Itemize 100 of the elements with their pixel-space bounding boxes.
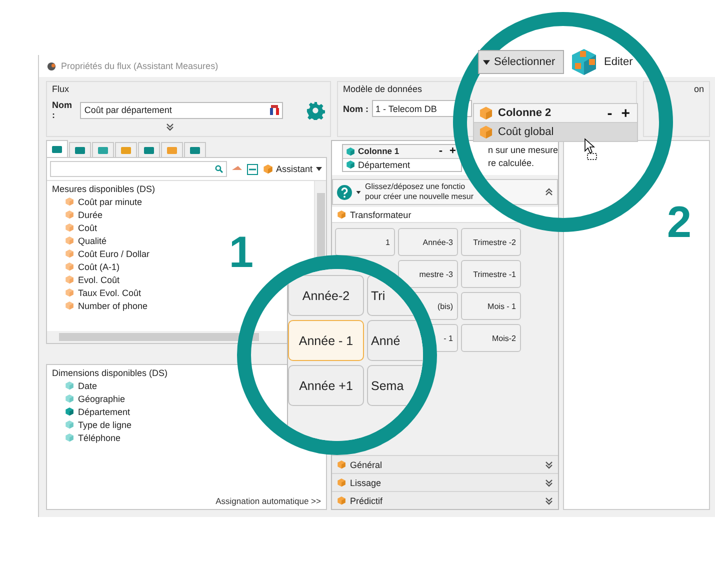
function-button[interactable]: Année-3 bbox=[398, 228, 458, 256]
hint-text: n sur une mesure re calculée. bbox=[486, 144, 558, 170]
add-button[interactable]: + bbox=[448, 146, 458, 157]
measure-item[interactable]: Number of phone bbox=[52, 299, 148, 312]
search-icon[interactable] bbox=[215, 165, 223, 173]
cube-icon bbox=[337, 496, 346, 505]
column-title: Colonne 1 bbox=[358, 146, 400, 156]
double-chevron-down-icon[interactable] bbox=[545, 478, 553, 486]
section-header[interactable]: Lissage bbox=[332, 473, 558, 491]
function-button[interactable]: Année - 1 bbox=[288, 320, 364, 361]
flag-icon[interactable] bbox=[270, 105, 280, 115]
name-field[interactable]: Coût par département bbox=[80, 102, 284, 118]
callout-number: 1 bbox=[229, 228, 254, 278]
cube-icon bbox=[479, 106, 493, 120]
section-header[interactable]: Prédictif bbox=[332, 491, 558, 509]
measure-item[interactable]: Durée bbox=[52, 208, 103, 221]
tab-icon bbox=[143, 144, 155, 156]
callout-number: 2 bbox=[667, 198, 692, 248]
measure-item[interactable]: Coût (A-1) bbox=[52, 260, 120, 273]
double-chevron-up-icon[interactable] bbox=[545, 188, 553, 196]
assistant-dropdown[interactable]: Assistant bbox=[263, 164, 322, 174]
tab-icon bbox=[74, 144, 86, 156]
caret-icon bbox=[316, 167, 322, 171]
select-button[interactable]: Sélectionner bbox=[478, 50, 564, 74]
cube-icon bbox=[263, 164, 273, 174]
measure-item[interactable]: Evol. Coût bbox=[52, 273, 120, 286]
group-label: Flux bbox=[52, 84, 70, 94]
cube-icon bbox=[65, 197, 74, 206]
caret-icon bbox=[483, 60, 490, 64]
edit-button[interactable]: Editer bbox=[570, 48, 633, 76]
double-chevron-down-icon[interactable] bbox=[545, 496, 553, 504]
tab-icon bbox=[166, 144, 178, 156]
cube-icon bbox=[479, 125, 493, 139]
dimension-item[interactable]: Département bbox=[52, 405, 130, 418]
remove-button[interactable]: - bbox=[436, 146, 445, 157]
auto-assign-link[interactable]: Assignation automatique >> bbox=[216, 496, 321, 506]
tab[interactable] bbox=[46, 140, 68, 157]
cube-icon bbox=[346, 146, 355, 156]
group-label: on bbox=[694, 84, 704, 94]
caret-icon[interactable] bbox=[356, 190, 361, 194]
list-title: Dimensions disponibles (DS) bbox=[52, 368, 169, 378]
function-button[interactable]: Année +1 bbox=[288, 365, 364, 406]
cube-icon bbox=[65, 288, 74, 297]
cube-icon bbox=[65, 301, 74, 310]
measure-item[interactable]: Coût bbox=[52, 221, 98, 234]
tab-icon bbox=[97, 144, 109, 156]
double-chevron-down-icon[interactable] bbox=[166, 123, 174, 131]
cube-icon bbox=[65, 262, 74, 271]
settings-icon[interactable] bbox=[306, 100, 325, 120]
cube-icon bbox=[346, 160, 355, 170]
list-title: Mesures disponibles (DS) bbox=[52, 184, 156, 194]
function-button[interactable]: Trimestre -2 bbox=[461, 228, 521, 256]
dimension-item[interactable]: Téléphone bbox=[52, 431, 121, 444]
dimension-item[interactable]: Date bbox=[52, 379, 98, 392]
add-button[interactable]: + bbox=[619, 106, 632, 120]
help-icon[interactable] bbox=[337, 184, 352, 200]
tab[interactable] bbox=[184, 142, 206, 157]
dimension-item[interactable]: Type de ligne bbox=[52, 418, 132, 432]
function-button[interactable]: Anné bbox=[367, 320, 423, 361]
function-button[interactable]: Sema bbox=[367, 365, 423, 406]
help-text: Glissez/déposez une fonctio pour créer une nouvelle mesur bbox=[365, 182, 475, 202]
dimension-item[interactable]: Géographie bbox=[52, 392, 126, 406]
tab[interactable] bbox=[69, 142, 91, 157]
function-button[interactable]: Mois-2 bbox=[461, 324, 521, 352]
cube-icon bbox=[65, 236, 74, 245]
tab-icon bbox=[51, 144, 63, 154]
function-button[interactable]: Mois - 1 bbox=[461, 292, 521, 320]
cubes-icon bbox=[570, 48, 598, 76]
search-field[interactable] bbox=[50, 161, 227, 177]
cube-icon bbox=[65, 275, 74, 284]
column-item[interactable]: Coût global bbox=[474, 123, 637, 141]
tab-icon bbox=[120, 144, 132, 156]
function-button[interactable]: Année-2 bbox=[288, 275, 364, 316]
cube-icon bbox=[337, 460, 346, 469]
cube-icon bbox=[337, 210, 346, 219]
measure-item[interactable]: Coût Euro / Dollar bbox=[52, 247, 150, 260]
tab-icon bbox=[189, 144, 201, 156]
tab[interactable] bbox=[138, 142, 160, 157]
group-label: Modèle de données bbox=[343, 84, 424, 94]
measure-item[interactable]: Coût par minute bbox=[52, 195, 142, 208]
cube-icon bbox=[65, 223, 74, 232]
cube-icon bbox=[65, 210, 74, 219]
window-title: Propriétés du flux (Assistant Measures) bbox=[61, 61, 218, 71]
measure-item[interactable]: Qualité bbox=[52, 234, 107, 247]
remove-button[interactable]: - bbox=[605, 106, 614, 120]
tab[interactable] bbox=[92, 142, 114, 157]
cube-icon bbox=[337, 478, 346, 487]
double-chevron-down-icon[interactable] bbox=[545, 460, 553, 468]
field-label: Nom : bbox=[52, 100, 73, 120]
app-icon bbox=[47, 62, 56, 70]
field-label: Nom : bbox=[343, 104, 368, 114]
collapse-list-icon[interactable] bbox=[247, 164, 258, 174]
column-title: Colonne 2 bbox=[498, 107, 552, 119]
tab[interactable] bbox=[115, 142, 137, 157]
cube-icon bbox=[65, 249, 74, 258]
function-button[interactable]: 1 bbox=[335, 228, 395, 256]
column-item[interactable]: Département bbox=[343, 158, 461, 171]
function-button[interactable]: Trimestre -1 bbox=[461, 260, 521, 288]
section-header[interactable]: Général bbox=[332, 455, 558, 473]
measure-item[interactable]: Taux Evol. Coût bbox=[52, 286, 142, 299]
